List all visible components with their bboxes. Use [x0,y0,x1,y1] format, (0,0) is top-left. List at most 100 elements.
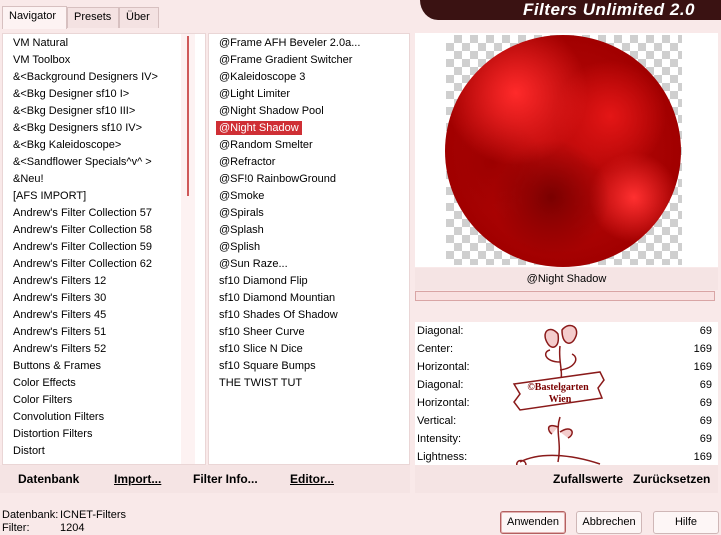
apply-button[interactable]: Anwenden [500,511,566,534]
filter-label: sf10 Sheer Curve [219,326,305,338]
progress-bar [415,291,715,301]
filter-item[interactable]: sf10 Slice N Dice [209,341,409,358]
param-label: Diagonal: [417,379,464,391]
tab-about[interactable]: Über [119,7,159,28]
cancel-button[interactable]: Abbrechen [576,511,642,534]
category-item[interactable]: VM Toolbox [3,52,205,69]
reset-button[interactable]: Zurücksetzen [633,472,710,486]
category-item[interactable]: Distortion Filters [3,426,205,443]
scroll-thumb[interactable] [187,36,189,196]
category-item[interactable]: &<Bkg Designer sf10 I> [3,86,205,103]
app-title: Filters Unlimited 2.0 [522,0,695,19]
category-item[interactable]: &Neu! [3,171,205,188]
filter-item[interactable]: sf10 Square Bumps [209,358,409,375]
category-item[interactable]: Andrew's Filters 12 [3,273,205,290]
category-item[interactable]: Color Filters [3,392,205,409]
filter-item[interactable]: THE TWIST TUT [209,375,409,392]
category-item[interactable]: Andrew's Filters 52 [3,341,205,358]
status-area: Datenbank: ICNET-Filters Filter: 1204 [2,509,126,535]
category-item[interactable]: Andrew's Filters 30 [3,290,205,307]
filter-item[interactable]: @Splish [209,239,409,256]
filter-label: @Splash [219,224,264,236]
category-label: Andrew's Filters 30 [13,292,107,304]
filter-count-label: Filter: [2,522,30,534]
category-item[interactable]: &<Bkg Designer sf10 III> [3,103,205,120]
category-label: Andrew's Filters 51 [13,326,107,338]
filter-list[interactable]: @Frame AFH Beveler 2.0a... @Frame Gradien… [209,34,409,392]
param-value[interactable]: 69 [700,394,712,412]
filter-item[interactable]: @Frame Gradient Switcher [209,52,409,69]
category-item[interactable]: [AFS IMPORT] [3,188,205,205]
filter-item[interactable]: @Random Smelter [209,137,409,154]
filter-item[interactable]: sf10 Diamond Flip [209,273,409,290]
category-list[interactable]: VM Natural VM Toolbox &<Background Designe… [3,34,205,460]
category-item[interactable]: &<Bkg Kaleidoscope> [3,137,205,154]
random-values-button[interactable]: Zufallswerte [553,472,623,486]
param-value[interactable]: 169 [694,358,712,376]
filter-item[interactable]: @Kaleidoscope 3 [209,69,409,86]
category-item[interactable]: &<Bkg Designers sf10 IV> [3,120,205,137]
filter-list-panel: @Frame AFH Beveler 2.0a... @Frame Gradien… [208,33,410,465]
filter-label: @Sun Raze... [219,258,288,270]
category-label: &<Bkg Designers sf10 IV> [13,122,143,134]
filter-label: sf10 Diamond Mountian [219,292,336,304]
category-item[interactable]: VM Natural [3,35,205,52]
param-value[interactable]: 69 [700,376,712,394]
param-value[interactable]: 169 [694,448,712,466]
filter-label: THE TWIST TUT [219,377,303,389]
tab-presets[interactable]: Presets [67,7,119,28]
filter-item[interactable]: @Light Limiter [209,86,409,103]
category-item[interactable]: Andrew's Filter Collection 62 [3,256,205,273]
category-label: Andrew's Filter Collection 62 [13,258,153,270]
editor-button[interactable]: Editor... [290,472,334,486]
filter-label: @Refractor [219,156,276,168]
category-item[interactable]: &<Background Designers IV> [3,69,205,86]
param-label: Center: [417,343,454,355]
filter-item[interactable]: @Smoke [209,188,409,205]
category-item[interactable]: &<Sandflower Specials^v^ > [3,154,205,171]
import-button[interactable]: Import... [114,472,161,486]
tab-navigator[interactable]: Navigator [2,6,67,29]
filter-item[interactable]: @Splash [209,222,409,239]
category-item[interactable]: Andrew's Filters 45 [3,307,205,324]
category-label: &<Bkg Designer sf10 III> [13,105,136,117]
filter-item[interactable]: @Night Shadow Pool [209,103,409,120]
filter-item[interactable]: @Night Shadow [209,120,409,137]
category-item[interactable]: Distort [3,443,205,460]
filter-item[interactable]: @Spirals [209,205,409,222]
param-label: Intensity: [417,433,462,445]
param-value[interactable]: 69 [700,412,712,430]
category-item[interactable]: Convolution Filters [3,409,205,426]
category-item[interactable]: Andrew's Filter Collection 58 [3,222,205,239]
filter-item[interactable]: sf10 Shades Of Shadow [209,307,409,324]
filter-item[interactable]: sf10 Sheer Curve [209,324,409,341]
filter-item[interactable]: @Frame AFH Beveler 2.0a... [209,35,409,52]
filter-info-button[interactable]: Filter Info... [193,472,258,486]
category-item[interactable]: Color Effects [3,375,205,392]
preview-filter-name: @Night Shadow [415,268,718,290]
filter-label: @Light Limiter [219,88,291,100]
category-label: &<Bkg Designer sf10 I> [13,88,130,100]
filter-label: sf10 Slice N Dice [219,343,303,355]
filter-item[interactable]: @SF!0 RainbowGround [209,171,409,188]
param-value[interactable]: 69 [700,430,712,448]
category-scrollbar[interactable] [181,34,195,464]
filter-item[interactable]: @Refractor [209,154,409,171]
help-button[interactable]: Hilfe [653,511,719,534]
filter-item[interactable]: @Sun Raze... [209,256,409,273]
category-item[interactable]: Andrew's Filters 51 [3,324,205,341]
category-item[interactable]: Buttons & Frames [3,358,205,375]
param-value[interactable]: 169 [694,340,712,358]
filter-label: @Kaleidoscope 3 [219,71,306,83]
category-label: &Neu! [13,173,44,185]
filter-label: @SF!0 RainbowGround [219,173,336,185]
category-label: &<Bkg Kaleidoscope> [13,139,122,151]
category-item[interactable]: Andrew's Filter Collection 59 [3,239,205,256]
filter-item[interactable]: sf10 Diamond Mountian [209,290,409,307]
category-list-panel: VM Natural VM Toolbox &<Background Designe… [2,33,206,465]
category-label: Buttons & Frames [13,360,102,372]
category-item[interactable]: Andrew's Filter Collection 57 [3,205,205,222]
param-value[interactable]: 69 [700,322,712,340]
database-button[interactable]: Datenbank [18,472,79,486]
param-label: Lightness: [417,451,468,463]
